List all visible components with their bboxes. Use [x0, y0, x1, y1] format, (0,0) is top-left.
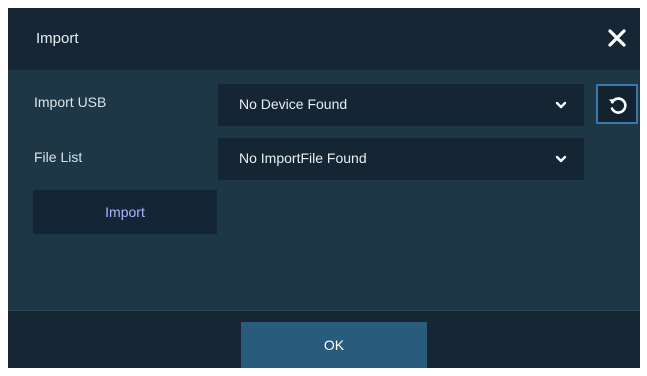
- refresh-icon: [608, 97, 627, 114]
- ok-button[interactable]: OK: [241, 322, 427, 368]
- chevron-down-icon: [554, 98, 568, 112]
- chevron-down-icon: [554, 152, 568, 166]
- file-list-label: File List: [34, 149, 83, 165]
- import-usb-label: Import USB: [34, 94, 107, 110]
- refresh-button[interactable]: [596, 84, 638, 124]
- file-list-value: No ImportFile Found: [239, 150, 367, 166]
- dialog-footer: OK: [8, 310, 640, 368]
- dialog-titlebar: Import: [8, 8, 640, 70]
- import-button[interactable]: Import: [33, 190, 217, 234]
- import-usb-value: No Device Found: [239, 96, 348, 112]
- dialog-title: Import: [36, 30, 79, 47]
- close-icon[interactable]: [604, 25, 630, 51]
- import-dialog: Import Import USB No Device Found File L…: [8, 8, 640, 368]
- import-usb-select[interactable]: No Device Found: [218, 84, 584, 126]
- file-list-select[interactable]: No ImportFile Found: [218, 138, 584, 180]
